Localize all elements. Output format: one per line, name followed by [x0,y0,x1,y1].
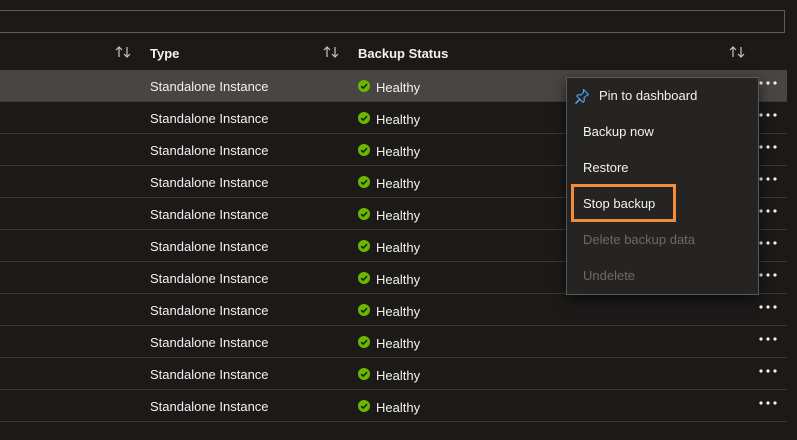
menu-item-restore[interactable]: Restore [567,150,758,186]
more-ellipsis-icon[interactable] [758,396,778,410]
menu-item-delete-backup-data: Delete backup data [583,232,696,247]
status-cell: Healthy [376,240,421,255]
menu-item-backup-now[interactable]: Backup now [567,114,758,150]
check-circle-icon [358,336,370,348]
status-cell: Healthy [376,272,421,287]
more-ellipsis-icon[interactable] [758,364,778,378]
menu-item-stop-backup[interactable]: Stop backup [567,186,758,222]
table-header: Type Backup Status [0,38,797,68]
sort-arrows-icon[interactable] [322,45,340,59]
status-cell: Healthy [376,144,421,159]
type-cell: Standalone Instance [150,143,269,158]
type-cell: Standalone Instance [150,79,269,94]
check-circle-icon [358,176,370,188]
check-circle-icon [358,208,370,220]
more-ellipsis-icon[interactable] [758,108,778,122]
status-cell: Healthy [376,400,421,415]
check-circle-icon [358,80,370,92]
search-filter-box[interactable] [0,10,785,33]
more-ellipsis-icon[interactable] [758,204,778,218]
type-cell: Standalone Instance [150,335,269,350]
more-ellipsis-icon[interactable] [758,236,778,250]
menu-item-undelete: Undelete [583,268,636,283]
table-row[interactable]: Standalone Instance Healthy [0,390,787,422]
check-circle-icon [358,304,370,316]
type-cell: Standalone Instance [150,303,269,318]
more-ellipsis-icon[interactable] [758,332,778,346]
type-cell: Standalone Instance [150,399,269,414]
type-cell: Standalone Instance [150,271,269,286]
check-circle-icon [358,400,370,412]
column-header-backup-status[interactable]: Backup Status [358,46,448,61]
type-cell: Standalone Instance [150,175,269,190]
status-cell: Healthy [376,336,421,351]
table-row[interactable]: Standalone Instance Healthy [0,326,787,358]
more-ellipsis-icon[interactable] [758,172,778,186]
check-circle-icon [358,368,370,380]
status-cell: Healthy [376,176,421,191]
table-row[interactable]: Standalone Instance Healthy [0,358,787,390]
menu-item-pin-to-dashboard[interactable]: Pin to dashboard [567,78,758,114]
pin-icon [574,88,590,104]
table-row[interactable]: Standalone Instance Healthy [0,294,787,326]
check-circle-icon [358,112,370,124]
type-cell: Standalone Instance [150,367,269,382]
more-ellipsis-icon[interactable] [758,268,778,282]
check-circle-icon [358,272,370,284]
status-cell: Healthy [376,368,421,383]
more-ellipsis-icon[interactable] [758,76,778,90]
column-header-type[interactable]: Type [150,46,179,61]
more-ellipsis-icon[interactable] [758,140,778,154]
type-cell: Standalone Instance [150,207,269,222]
status-cell: Healthy [376,112,421,127]
sort-arrows-icon[interactable] [728,45,746,59]
check-circle-icon [358,240,370,252]
check-circle-icon [358,144,370,156]
type-cell: Standalone Instance [150,239,269,254]
status-cell: Healthy [376,208,421,223]
sort-arrows-icon[interactable] [114,45,132,59]
status-cell: Healthy [376,80,421,95]
context-menu: Pin to dashboard Backup now Restore Stop… [566,77,759,295]
more-ellipsis-icon[interactable] [758,300,778,314]
type-cell: Standalone Instance [150,111,269,126]
status-cell: Healthy [376,304,421,319]
